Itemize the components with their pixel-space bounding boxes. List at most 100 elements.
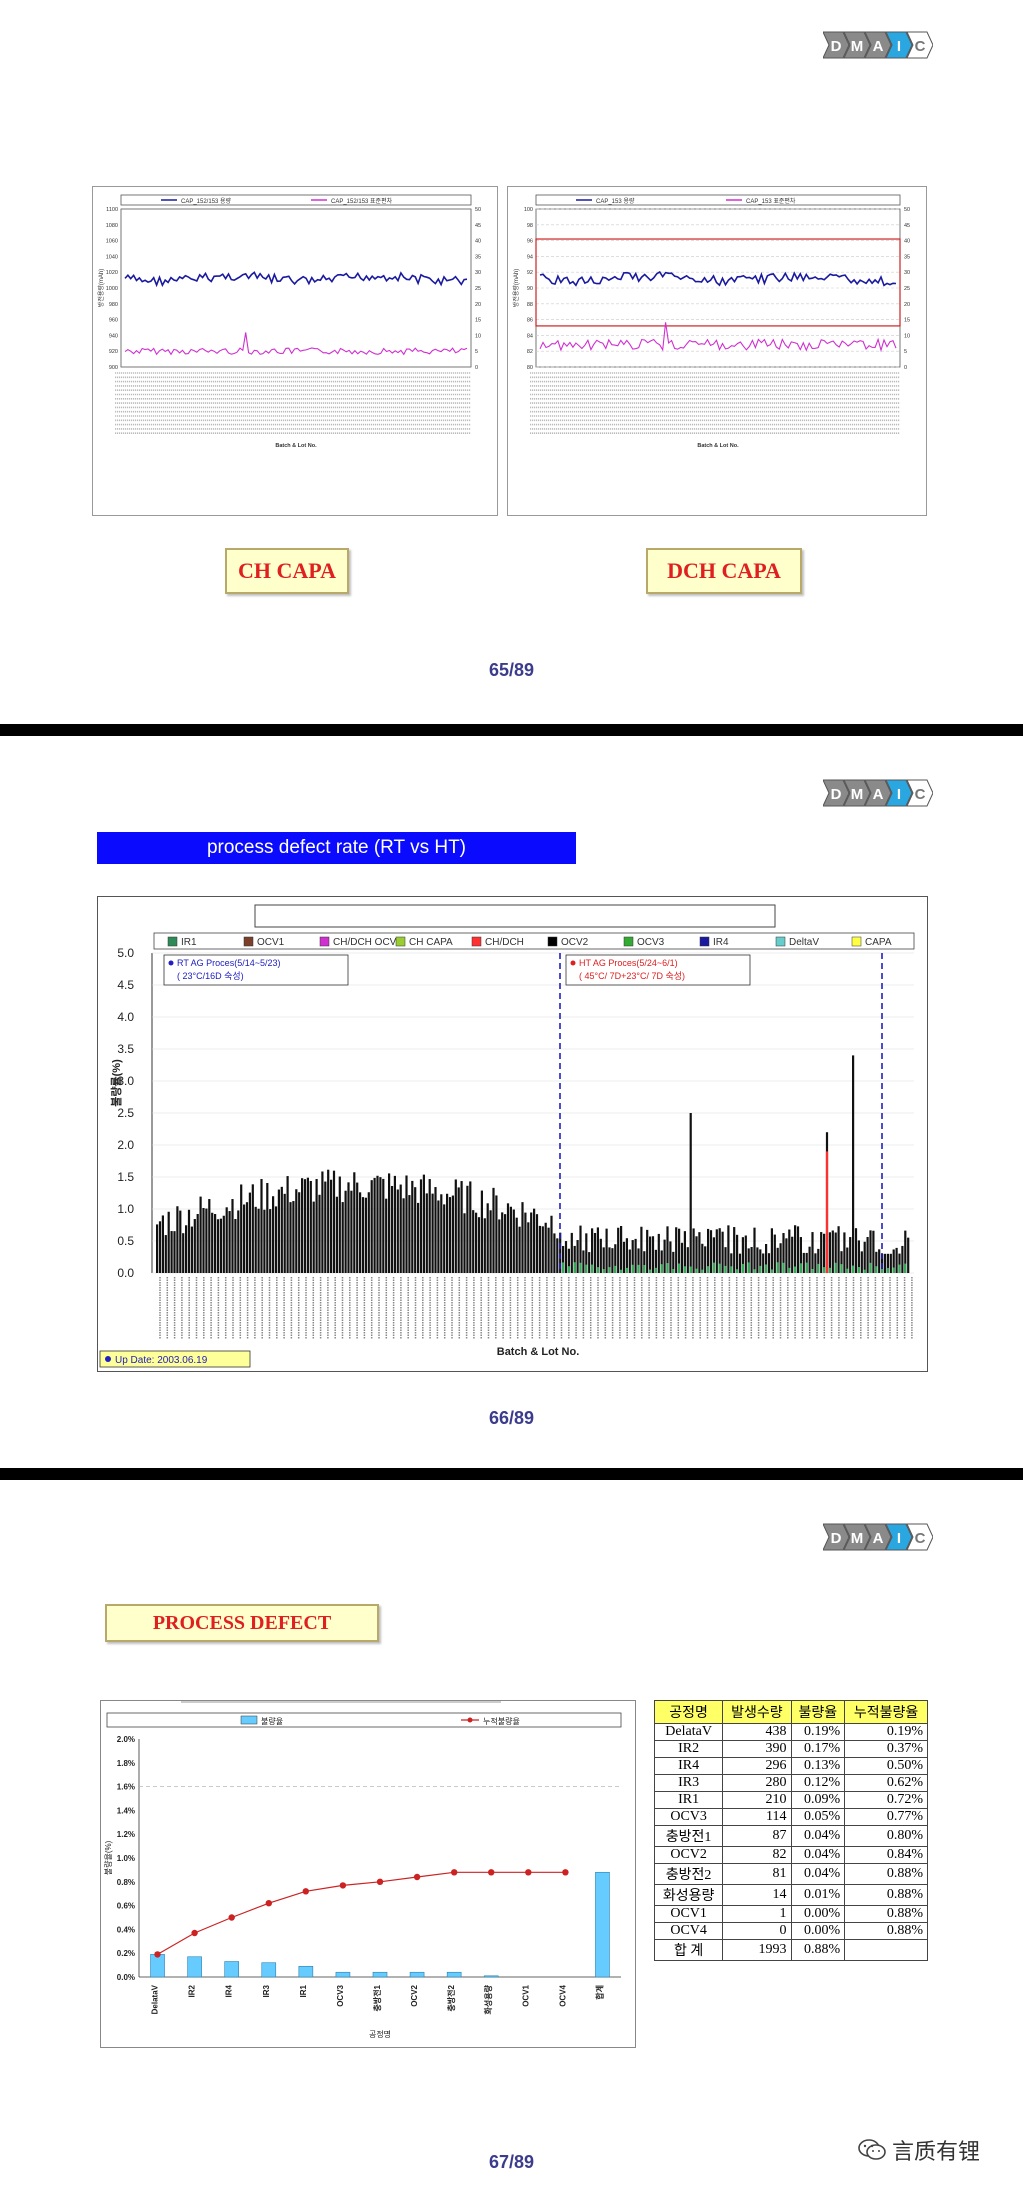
defect-bar [170, 1231, 173, 1273]
defect-bar [161, 1215, 164, 1273]
defect-bar [738, 1253, 742, 1273]
y-right-tick: 45 [904, 223, 910, 229]
defect-bar [785, 1238, 788, 1273]
x-tick-label: IR1 [299, 1984, 308, 1997]
table-cell: 0.37% [844, 1740, 928, 1758]
defect-bar [477, 1217, 481, 1273]
defect-bar [472, 1210, 475, 1273]
x-tick-label: IR2 [188, 1984, 197, 1997]
defect-bar [303, 1179, 307, 1273]
table-cell: OCV3 [653, 1808, 724, 1826]
y-axis-title: 불량률(%) [110, 1059, 123, 1107]
cumulative-point-3 [265, 1900, 272, 1907]
legend-swatch [851, 936, 862, 947]
defect-bar [640, 1226, 643, 1273]
legend-label: CH/DCH OCV [333, 937, 397, 948]
defect-bar [408, 1195, 411, 1273]
dmaic-badge: DMAIC [823, 779, 933, 807]
defect-bar [257, 1208, 260, 1273]
y-left-tick: 90 [527, 286, 533, 292]
y-right-tick: 40 [475, 239, 481, 245]
y-right-tick: 25 [904, 286, 910, 292]
defect-bar [324, 1181, 327, 1273]
defect-bar [263, 1209, 266, 1273]
table-cell: 82 [722, 1846, 792, 1864]
table-cell: 0.88% [844, 1884, 928, 1906]
table-row: OCV3 114 0.05% 0.77% [653, 1808, 928, 1826]
defect-bar-segment [718, 1263, 721, 1273]
pareto-chart: 불량율 누적불량율 2.0% 1.8% 1.6% 1.4% 1.2% 1.0% 0.8% 0.6%… [100, 1700, 636, 2048]
defect-bar [434, 1187, 437, 1273]
defect-bar [240, 1184, 243, 1273]
legend-swatch [395, 936, 406, 947]
defect-bar [475, 1212, 478, 1273]
defect-bar [504, 1214, 507, 1273]
defect-bar [883, 1253, 887, 1273]
y-tick-label: 0.0 [117, 1266, 134, 1280]
pareto-bar-5 [335, 1971, 351, 1978]
table-cell: 0.01% [790, 1884, 846, 1906]
y-tick-label: 0.2% [117, 1949, 135, 1958]
defect-bar [715, 1229, 718, 1273]
defect-bar-segment [730, 1266, 733, 1273]
defect-bar [158, 1221, 162, 1273]
defect-bar [704, 1246, 707, 1273]
watermark-text: 言质有锂 [892, 2139, 981, 2164]
defect-bar [370, 1180, 373, 1273]
table-row: IR3 280 0.12% 0.62% [653, 1774, 928, 1792]
dmaic-letter-i: I [897, 1530, 901, 1547]
dmaic-letter-a: A [873, 786, 884, 803]
cumulative-point-2 [228, 1914, 235, 1921]
defect-bar [469, 1181, 472, 1273]
x-tick-label: DelataV [151, 1984, 160, 2014]
defect-bar-segment [660, 1264, 663, 1273]
legend-label: CAP_152/153 표준편차 [331, 197, 393, 205]
defect-bar [332, 1170, 336, 1273]
legend-swatch [699, 936, 710, 947]
defect-bar [622, 1241, 626, 1273]
defect-bar [312, 1201, 315, 1273]
update-marker [105, 1356, 111, 1362]
defect-bar [866, 1237, 869, 1273]
legend-label: CAP_153 표준편차 [746, 197, 796, 205]
defect-bar [388, 1173, 391, 1273]
defect-bar [576, 1240, 579, 1273]
defect-bar [266, 1183, 269, 1273]
x-axis-title: 공정명 [369, 2029, 391, 2039]
table-row: DelataV 438 0.19% 0.19% [653, 1723, 928, 1741]
defect-bar-segment [782, 1262, 785, 1273]
defect-bar [889, 1253, 892, 1273]
defect-bar [301, 1178, 304, 1273]
defect-bar [164, 1235, 167, 1273]
defect-bar [634, 1238, 637, 1273]
defect-bar [356, 1182, 359, 1273]
defect-bar [289, 1202, 292, 1273]
x-tick-label: IR3 [262, 1984, 271, 1997]
y-right-tick: 50 [904, 207, 910, 213]
dmaic-letter-c: C [915, 38, 926, 55]
table-cell: 0.88% [790, 1939, 846, 1961]
defect-bar [533, 1208, 536, 1273]
defect-bar [596, 1227, 599, 1273]
cumulative-point-4 [302, 1888, 309, 1895]
defect-bar [814, 1253, 817, 1273]
dmaic-nav: DMAIC [823, 1520, 933, 1554]
dmaic-letter-i: I [897, 786, 901, 803]
table-cell: 0.00% [790, 1922, 846, 1940]
y-left-tick: 980 [109, 302, 118, 308]
y-right-tick: 10 [904, 333, 910, 339]
y-left-tick: 1020 [106, 270, 118, 276]
defect-bar [582, 1250, 585, 1273]
dmaic-letter-m: M [851, 1530, 864, 1547]
defect-bar [727, 1225, 730, 1273]
y-tick-label: 1.4% [117, 1806, 135, 1815]
pareto-bar-9 [483, 1975, 499, 1978]
dmaic-letter-a: A [873, 1530, 884, 1547]
defect-bar [199, 1196, 202, 1273]
defect-bar [234, 1219, 237, 1273]
table-row: 충방전1 87 0.04% 0.80% [653, 1825, 928, 1847]
defect-bar-segment [701, 1269, 704, 1273]
legend-label: CAP_153 용량 [596, 198, 635, 205]
watermark: 言质有锂 [858, 2134, 980, 2166]
x-tick-label: 충방전2 [446, 1984, 456, 2011]
